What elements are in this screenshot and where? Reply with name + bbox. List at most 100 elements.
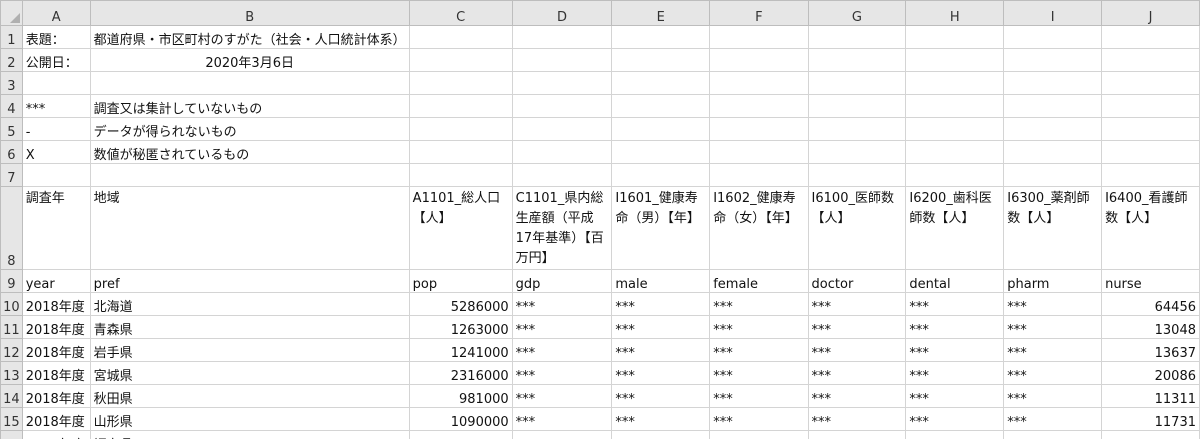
data-cell-female[interactable]: *** xyxy=(709,338,809,362)
header-cell-pop-en[interactable]: pop xyxy=(408,269,513,293)
cell-b7[interactable] xyxy=(89,163,410,187)
data-cell-doctor[interactable]: *** xyxy=(807,384,907,408)
cell-f4[interactable] xyxy=(709,94,809,118)
data-cell-dental[interactable]: *** xyxy=(905,407,1005,431)
cell-d7[interactable] xyxy=(511,163,613,187)
data-cell-doctor[interactable]: *** xyxy=(807,338,907,362)
data-cell-pop[interactable]: 1864000 xyxy=(408,430,513,439)
data-cell-year[interactable]: 2018年度 xyxy=(21,361,91,385)
cell-a5[interactable]: - xyxy=(21,117,91,141)
cell-b3[interactable] xyxy=(89,71,410,95)
data-cell-pref[interactable]: 宮城県 xyxy=(89,361,410,385)
cell-a2[interactable]: 公開日： xyxy=(21,48,91,72)
data-cell-gdp[interactable]: *** xyxy=(511,430,613,439)
header-cell-pharm-jp[interactable]: I6300_薬剤師数【人】 xyxy=(1003,186,1103,270)
header-cell-dental-en[interactable]: dental xyxy=(905,269,1005,293)
cell-e5[interactable] xyxy=(611,117,711,141)
data-cell-pref[interactable]: 秋田県 xyxy=(89,384,410,408)
data-cell-year[interactable]: 2018年度 xyxy=(21,315,91,339)
cell-i2[interactable] xyxy=(1003,48,1103,72)
cell-j1[interactable] xyxy=(1101,25,1200,49)
cell-a7[interactable] xyxy=(21,163,91,187)
row-header-16[interactable]: 16 xyxy=(0,430,23,439)
data-cell-female[interactable]: *** xyxy=(709,315,809,339)
cell-h4[interactable] xyxy=(905,94,1005,118)
cell-d2[interactable] xyxy=(511,48,613,72)
data-cell-nurse[interactable]: 17161 xyxy=(1101,430,1200,439)
cell-j6[interactable] xyxy=(1101,140,1200,164)
data-cell-doctor[interactable]: *** xyxy=(807,430,907,439)
cell-f2[interactable] xyxy=(709,48,809,72)
data-cell-pharm[interactable]: *** xyxy=(1003,315,1103,339)
cell-b4[interactable]: 調査又は集計していないもの xyxy=(89,94,410,118)
cell-e4[interactable] xyxy=(611,94,711,118)
row-header-12[interactable]: 12 xyxy=(0,338,23,362)
data-cell-female[interactable]: *** xyxy=(709,292,809,316)
cell-g7[interactable] xyxy=(807,163,907,187)
header-cell-pref-jp[interactable]: 地域 xyxy=(89,186,410,270)
header-cell-female-jp[interactable]: I1602_健康寿命（女）【年】 xyxy=(709,186,809,270)
cell-j5[interactable] xyxy=(1101,117,1200,141)
column-header-i[interactable]: I xyxy=(1003,0,1103,26)
data-cell-male[interactable]: *** xyxy=(611,407,711,431)
column-header-b[interactable]: B xyxy=(89,0,410,26)
header-cell-doctor-en[interactable]: doctor xyxy=(807,269,907,293)
data-cell-gdp[interactable]: *** xyxy=(511,338,613,362)
data-cell-pop[interactable]: 981000 xyxy=(408,384,513,408)
cell-i4[interactable] xyxy=(1003,94,1103,118)
cell-a6[interactable]: X xyxy=(21,140,91,164)
data-cell-pharm[interactable]: *** xyxy=(1003,361,1103,385)
data-cell-nurse[interactable]: 11731 xyxy=(1101,407,1200,431)
data-cell-female[interactable]: *** xyxy=(709,361,809,385)
data-cell-male[interactable]: *** xyxy=(611,315,711,339)
data-cell-nurse[interactable]: 13048 xyxy=(1101,315,1200,339)
cell-h5[interactable] xyxy=(905,117,1005,141)
row-header-3[interactable]: 3 xyxy=(0,71,23,95)
data-cell-year[interactable]: 2018年度 xyxy=(21,384,91,408)
column-header-e[interactable]: E xyxy=(611,0,711,26)
cell-h1[interactable] xyxy=(905,25,1005,49)
row-header-15[interactable]: 15 xyxy=(0,407,23,431)
data-cell-nurse[interactable]: 13637 xyxy=(1101,338,1200,362)
cell-g5[interactable] xyxy=(807,117,907,141)
row-header-7[interactable]: 7 xyxy=(0,163,23,187)
column-header-d[interactable]: D xyxy=(511,0,613,26)
header-cell-gdp-en[interactable]: gdp xyxy=(511,269,613,293)
cell-h7[interactable] xyxy=(905,163,1005,187)
column-header-c[interactable]: C xyxy=(408,0,513,26)
data-cell-pharm[interactable]: *** xyxy=(1003,292,1103,316)
cell-f6[interactable] xyxy=(709,140,809,164)
cell-h3[interactable] xyxy=(905,71,1005,95)
cell-f1[interactable] xyxy=(709,25,809,49)
header-cell-nurse-jp[interactable]: I6400_看護師数【人】 xyxy=(1101,186,1200,270)
cell-h6[interactable] xyxy=(905,140,1005,164)
cell-b2[interactable]: 2020年3月6日 xyxy=(89,48,410,72)
cell-a1[interactable]: 表題： xyxy=(21,25,91,49)
data-cell-pref[interactable]: 山形県 xyxy=(89,407,410,431)
data-cell-pop[interactable]: 1263000 xyxy=(408,315,513,339)
data-cell-year[interactable]: 2018年度 xyxy=(21,292,91,316)
data-cell-dental[interactable]: *** xyxy=(905,384,1005,408)
row-header-1[interactable]: 1 xyxy=(0,25,23,49)
data-cell-year[interactable]: 2018年度 xyxy=(21,430,91,439)
data-cell-doctor[interactable]: *** xyxy=(807,315,907,339)
cell-c2[interactable] xyxy=(408,48,513,72)
data-cell-pref[interactable]: 青森県 xyxy=(89,315,410,339)
cell-f3[interactable] xyxy=(709,71,809,95)
data-cell-pharm[interactable]: *** xyxy=(1003,338,1103,362)
cell-e3[interactable] xyxy=(611,71,711,95)
cell-g6[interactable] xyxy=(807,140,907,164)
row-header-5[interactable]: 5 xyxy=(0,117,23,141)
cell-g3[interactable] xyxy=(807,71,907,95)
data-cell-pop[interactable]: 1090000 xyxy=(408,407,513,431)
cell-e1[interactable] xyxy=(611,25,711,49)
row-header-2[interactable]: 2 xyxy=(0,48,23,72)
data-cell-doctor[interactable]: *** xyxy=(807,361,907,385)
cell-c6[interactable] xyxy=(408,140,513,164)
header-cell-gdp-jp[interactable]: C1101_県内総生産額（平成17年基準）【百万円】 xyxy=(511,186,613,270)
data-cell-nurse[interactable]: 64456 xyxy=(1101,292,1200,316)
row-header-9[interactable]: 9 xyxy=(0,269,23,293)
row-header-8[interactable]: 8 xyxy=(0,186,23,270)
data-cell-pharm[interactable]: *** xyxy=(1003,407,1103,431)
data-cell-male[interactable]: *** xyxy=(611,361,711,385)
